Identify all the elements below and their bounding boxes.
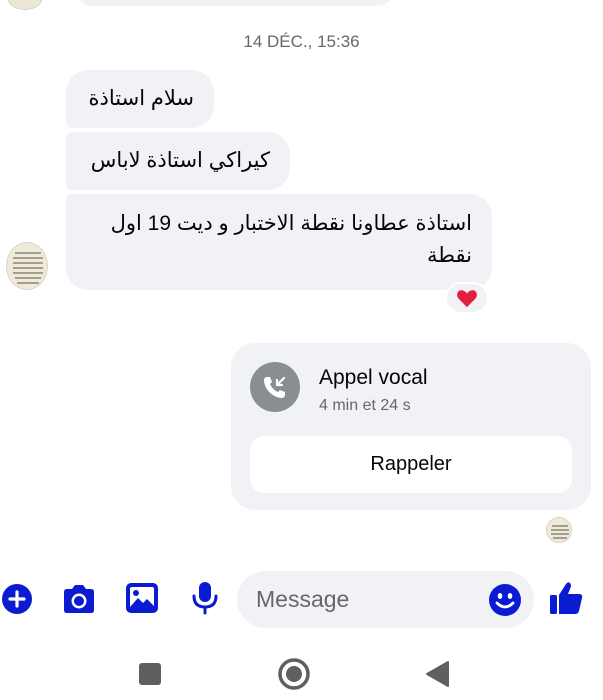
microphone-icon	[192, 582, 218, 615]
previous-message-bubble	[75, 0, 395, 6]
emoji-icon	[489, 584, 521, 616]
heart-reaction[interactable]	[445, 282, 489, 314]
plus-icon	[2, 584, 32, 614]
message-bubble[interactable]: كيراكي استاذة لاباس	[66, 132, 290, 190]
thumbs-up-icon	[550, 582, 583, 614]
microphone-button[interactable]	[188, 580, 222, 616]
call-title: Appel vocal	[319, 366, 428, 389]
read-receipt-avatar	[546, 517, 572, 543]
message-bubble[interactable]: سلام استاذة	[66, 70, 214, 128]
emoji-button[interactable]	[487, 582, 523, 618]
call-icon-badge	[250, 362, 300, 412]
square-icon	[139, 663, 161, 685]
gallery-icon	[126, 583, 158, 613]
back-triangle-icon	[426, 661, 449, 687]
home-circle-icon	[278, 658, 310, 690]
recent-apps-button[interactable]	[136, 660, 164, 688]
phone-callback-icon	[264, 376, 286, 398]
back-button[interactable]	[422, 658, 452, 690]
callback-button[interactable]: Rappeler	[250, 436, 572, 493]
plus-button[interactable]	[0, 582, 34, 616]
heart-icon	[457, 290, 477, 308]
gallery-button[interactable]	[124, 580, 160, 616]
like-button[interactable]	[546, 578, 586, 618]
call-duration: 4 min et 24 s	[319, 397, 411, 414]
avatar-image	[7, 243, 47, 289]
home-button[interactable]	[276, 656, 312, 692]
message-bubble[interactable]: استاذة عطاونا نقطة الاختبار و ديت 19 اول…	[66, 194, 492, 290]
message-input-placeholder: Message	[256, 586, 350, 612]
camera-button[interactable]	[60, 582, 98, 616]
contact-avatar[interactable]	[6, 242, 48, 290]
avatar-image	[547, 518, 571, 542]
contact-avatar-top	[8, 0, 42, 10]
camera-icon	[64, 585, 94, 613]
conversation-timestamp: 14 DÉC., 15:36	[243, 32, 360, 51]
